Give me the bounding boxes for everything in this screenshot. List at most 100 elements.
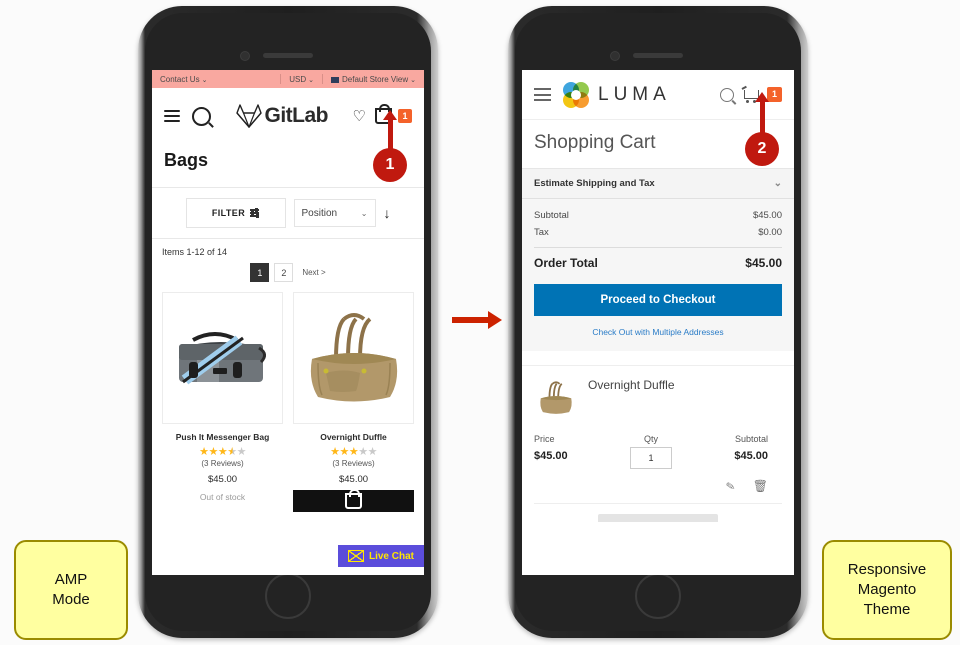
gitlab-logo[interactable]: GitLab xyxy=(211,104,353,128)
duffle-bag-illustration xyxy=(540,381,572,414)
luma-header-actions: 1 xyxy=(720,85,782,103)
price-value: $45.00 xyxy=(534,450,568,462)
earpiece-speaker xyxy=(263,53,313,58)
luma-wordmark: LUMA xyxy=(598,83,671,105)
multiple-addresses-link[interactable]: Check Out with Multiple Addresses xyxy=(534,327,782,337)
callout-number-1: 1 xyxy=(373,148,407,182)
bottom-partial-element xyxy=(598,514,718,522)
note-amp-mode: AMP Mode xyxy=(14,540,128,640)
home-button[interactable] xyxy=(635,573,681,619)
review-count[interactable]: (3 Reviews) xyxy=(293,459,414,468)
callout-stem xyxy=(387,119,393,149)
qty-input[interactable]: 1 xyxy=(630,447,672,469)
chevron-down-icon: ⌄ xyxy=(410,76,416,84)
tax-label: Tax xyxy=(534,227,549,238)
messenger-bag-illustration xyxy=(178,332,266,385)
section-spacer xyxy=(522,351,794,366)
live-chat-button[interactable]: Live Chat xyxy=(337,545,424,567)
product-card[interactable]: Push It Messenger Bag ★★★★★ (3 Reviews) … xyxy=(162,292,283,512)
cart-count-badge[interactable]: 1 xyxy=(767,87,782,102)
front-camera-icon xyxy=(240,51,250,61)
callout-number-2: 2 xyxy=(745,132,779,166)
product-price: $45.00 xyxy=(338,474,369,485)
topbar-divider xyxy=(280,74,282,84)
store-view-switcher[interactable]: Default Store View ⌄ xyxy=(331,75,416,84)
earpiece-speaker xyxy=(633,53,683,58)
cart-item-columns: Price $45.00 Qty 1 Subtotal $45.00 xyxy=(534,434,782,471)
qty-column: Qty 1 xyxy=(612,434,690,469)
shopping-bag-icon xyxy=(345,489,362,509)
envelope-icon xyxy=(347,550,364,562)
totals-divider xyxy=(534,247,782,248)
front-camera-icon xyxy=(610,51,620,61)
contact-us-link[interactable]: Contact Us ⌄ xyxy=(160,75,272,84)
messenger-bag-image[interactable] xyxy=(162,292,283,424)
note-responsive-magento-theme: Responsive Magento Theme xyxy=(822,540,952,640)
page-1-button[interactable]: 1 xyxy=(250,263,270,282)
pagination: 1 2 Next > xyxy=(152,257,424,292)
contact-us-label: Contact Us xyxy=(160,74,200,84)
chevron-down-icon: ⌄ xyxy=(360,208,368,218)
live-chat-label: Live Chat xyxy=(368,550,414,562)
checkout-actions: Proceed to Checkout Check Out with Multi… xyxy=(522,284,794,351)
flow-arrow-icon xyxy=(452,311,502,329)
estimate-shipping-toggle[interactable]: Estimate Shipping and Tax ⌄ xyxy=(522,169,794,199)
price-label: Price xyxy=(534,434,555,444)
hamburger-icon[interactable] xyxy=(164,107,180,125)
currency-label: USD xyxy=(289,74,307,84)
callout-marker-2: 2 xyxy=(745,92,779,166)
qty-label: Qty xyxy=(643,434,658,444)
search-icon[interactable] xyxy=(192,106,211,126)
rating-stars: ★★★★★ xyxy=(330,446,377,458)
store-view-label: Default Store View xyxy=(342,74,409,84)
filter-sliders-icon xyxy=(250,208,260,218)
gitlab-fox-icon xyxy=(235,104,262,128)
topbar-divider-2 xyxy=(322,74,324,84)
callout-stem xyxy=(759,101,765,133)
sort-select[interactable]: Position ⌄ xyxy=(293,199,376,227)
pencil-icon[interactable]: ✎ xyxy=(724,479,736,493)
amp-topbar: Contact Us ⌄ USD ⌄ Default Store View ⌄ xyxy=(152,70,424,88)
cart-item-header: Overnight Duffle xyxy=(534,376,782,420)
chevron-down-icon: ⌄ xyxy=(308,76,315,84)
luma-logo-icon[interactable] xyxy=(563,81,589,108)
subtotal-value: $45.00 xyxy=(752,210,782,221)
page-2-button[interactable]: 2 xyxy=(274,263,294,282)
heart-icon[interactable]: ♡ xyxy=(353,107,366,125)
stock-status: Out of stock xyxy=(199,492,246,502)
product-name: Overnight Duffle xyxy=(320,432,387,442)
currency-switcher[interactable]: USD ⌄ xyxy=(289,75,314,84)
phone-left-amp: Contact Us ⌄ USD ⌄ Default Store View ⌄ Gi xyxy=(138,6,438,638)
cart-item-row: Overnight Duffle Price $45.00 Qty 1 Subt… xyxy=(522,366,794,522)
items-count: Items 1-12 of 14 xyxy=(162,247,228,257)
hamburger-icon[interactable] xyxy=(534,85,551,105)
duffle-bag-thumb[interactable] xyxy=(534,376,578,420)
totals-row: Tax $0.00 xyxy=(534,224,782,241)
product-grid: Push It Messenger Bag ★★★★★ (3 Reviews) … xyxy=(152,292,424,512)
flag-icon xyxy=(331,76,340,83)
cart-count-badge[interactable]: 1 xyxy=(398,109,412,123)
filter-button[interactable]: FILTER xyxy=(185,198,286,228)
sort-value: Position xyxy=(301,207,338,219)
callout-marker-1: 1 xyxy=(373,110,407,182)
gitlab-wordmark: GitLab xyxy=(264,104,329,127)
proceed-to-checkout-button[interactable]: Proceed to Checkout xyxy=(534,284,782,316)
search-icon[interactable] xyxy=(720,87,734,102)
duffle-bag-image[interactable] xyxy=(293,292,414,424)
subtotal-column: Subtotal $45.00 xyxy=(690,434,782,469)
cart-item-name[interactable]: Overnight Duffle xyxy=(588,376,675,392)
add-to-cart-button[interactable] xyxy=(293,489,414,512)
subtotal-value: $45.00 xyxy=(734,450,768,462)
review-count[interactable]: (3 Reviews) xyxy=(162,459,283,468)
sort-direction-icon[interactable]: ↓ xyxy=(384,205,391,221)
amp-screen: Contact Us ⌄ USD ⌄ Default Store View ⌄ Gi xyxy=(152,70,424,575)
next-page-link[interactable]: Next > xyxy=(302,268,325,277)
trash-icon[interactable]: 🗑 xyxy=(753,479,768,493)
estimate-shipping-label: Estimate Shipping and Tax xyxy=(534,178,655,189)
order-total-value: $45.00 xyxy=(745,256,782,270)
subtotal-label: Subtotal xyxy=(734,434,768,444)
totals-block: Subtotal $45.00 Tax $0.00 Order Total $4… xyxy=(522,199,794,284)
home-button[interactable] xyxy=(265,573,311,619)
product-card[interactable]: Overnight Duffle ★★★★★ (3 Reviews) $45.0… xyxy=(293,292,414,512)
cart-item-actions: ✎ 🗑 xyxy=(534,471,782,504)
